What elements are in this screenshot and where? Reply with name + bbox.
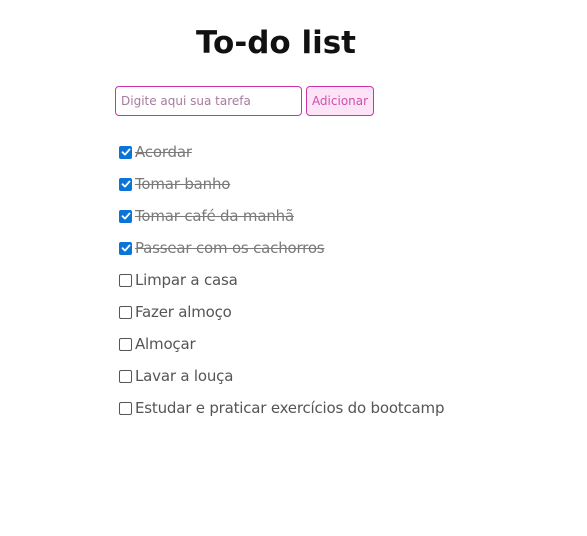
task-label: Lavar a louça	[135, 367, 234, 385]
task-item: Tomar café da manhã	[119, 200, 444, 232]
task-label: Passear com os cachorros	[135, 239, 325, 257]
task-label: Almoçar	[135, 335, 196, 353]
task-item: Estudar e praticar exercícios do bootcam…	[119, 392, 444, 424]
task-label: Estudar e praticar exercícios do bootcam…	[135, 399, 445, 417]
add-task-button[interactable]: Adicionar	[306, 86, 374, 116]
task-label: Fazer almoço	[135, 303, 232, 321]
task-checkbox[interactable]	[119, 209, 132, 223]
task-item: Passear com os cachorros	[119, 232, 444, 264]
task-item: Lavar a louça	[119, 360, 444, 392]
task-checkbox[interactable]	[119, 401, 132, 415]
task-checkbox[interactable]	[119, 177, 132, 191]
add-task-form: Adicionar	[115, 86, 374, 116]
task-item: Almoçar	[119, 328, 444, 360]
task-item: Tomar banho	[119, 168, 444, 200]
task-label: Acordar	[135, 143, 192, 161]
task-input[interactable]	[115, 86, 302, 116]
task-label: Tomar café da manhã	[135, 207, 294, 225]
task-checkbox[interactable]	[119, 337, 132, 351]
task-checkbox[interactable]	[119, 145, 132, 159]
task-checkbox[interactable]	[119, 241, 132, 255]
task-list: Acordar Tomar banho Tomar café da manhã …	[119, 136, 444, 424]
task-label: Limpar a casa	[135, 271, 238, 289]
task-label: Tomar banho	[135, 175, 231, 193]
task-checkbox[interactable]	[119, 273, 132, 287]
task-checkbox[interactable]	[119, 369, 132, 383]
task-item: Limpar a casa	[119, 264, 444, 296]
task-item: Fazer almoço	[119, 296, 444, 328]
page-title: To-do list	[196, 25, 356, 61]
task-item: Acordar	[119, 136, 444, 168]
task-checkbox[interactable]	[119, 305, 132, 319]
